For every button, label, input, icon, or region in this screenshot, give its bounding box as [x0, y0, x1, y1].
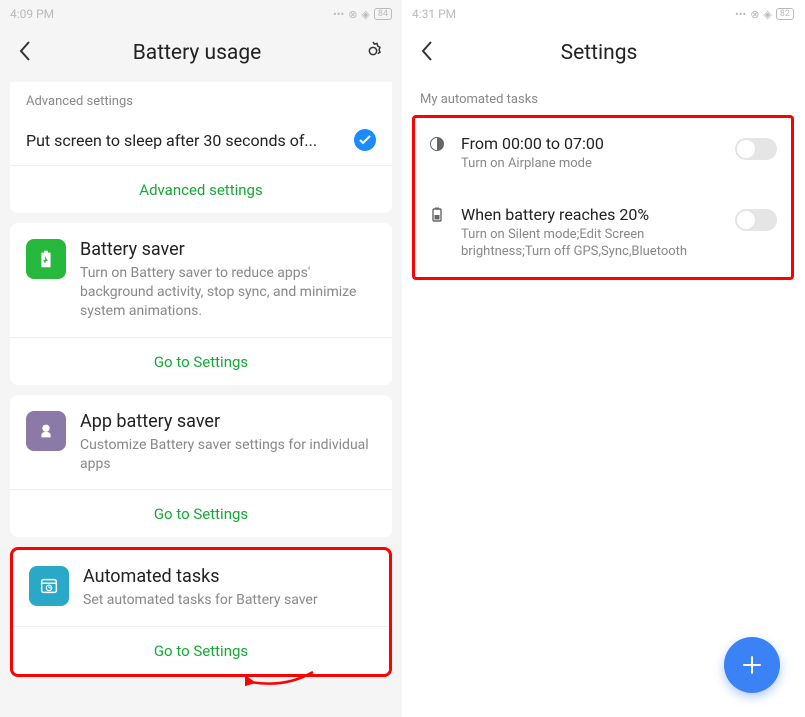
task-desc: Turn on Silent mode;Edit Screen brightne… [461, 226, 723, 261]
battery-saver-desc: Turn on Battery saver to reduce apps' ba… [80, 264, 376, 321]
app-battery-saver-title: App battery saver [80, 411, 376, 432]
page-title: Settings [561, 41, 638, 65]
status-time: 4:31 PM [412, 7, 456, 21]
battery-saver-link[interactable]: Go to Settings [10, 337, 392, 385]
battery-level: 82 [776, 8, 794, 20]
automated-tasks-desc: Set automated tasks for Battery saver [83, 591, 373, 610]
task-title: From 00:00 to 07:00 [461, 134, 723, 153]
battery-usage-screen: 4:09 PM ••• ⊗ ◈ 84 Battery usage Advance… [0, 0, 402, 717]
advanced-settings-link[interactable]: Advanced settings [10, 165, 392, 213]
task-list: From 00:00 to 07:00 Turn on Airplane mod… [412, 115, 794, 280]
navbar: Battery usage [0, 28, 402, 78]
gear-icon[interactable] [362, 40, 384, 66]
automated-tasks-link[interactable]: Go to Settings [13, 626, 389, 674]
status-icons: ••• ⊗ ◈ 82 [735, 8, 794, 21]
battery-saver-icon [26, 239, 66, 279]
status-bar: 4:09 PM ••• ⊗ ◈ 84 [0, 0, 402, 28]
automated-tasks-icon [29, 566, 69, 606]
status-bar: 4:31 PM ••• ⊗ ◈ 82 [402, 0, 804, 28]
battery-saver-title: Battery saver [80, 239, 376, 260]
add-task-fab[interactable] [724, 637, 780, 693]
advanced-section-label: Advanced settings [10, 82, 392, 115]
app-battery-saver-card: App battery saver Customize Battery save… [10, 395, 392, 538]
moon-icon [429, 136, 449, 156]
check-icon [354, 129, 376, 151]
status-icons: ••• ⊗ ◈ 84 [333, 8, 392, 21]
app-battery-saver-icon [26, 411, 66, 451]
automated-tasks-card: Automated tasks Set automated tasks for … [10, 547, 392, 677]
my-tasks-label: My automated tasks [402, 78, 804, 115]
task-desc: Turn on Airplane mode [461, 155, 723, 173]
navbar: Settings [402, 28, 804, 78]
automated-tasks-title: Automated tasks [83, 566, 373, 587]
back-icon[interactable] [420, 40, 434, 66]
page-title: Battery usage [133, 41, 262, 65]
battery-icon [429, 207, 449, 227]
battery-level: 84 [374, 8, 392, 20]
app-battery-saver-desc: Customize Battery saver settings for ind… [80, 436, 376, 474]
back-icon[interactable] [18, 40, 32, 66]
plus-icon [741, 654, 763, 676]
task-row[interactable]: From 00:00 to 07:00 Turn on Airplane mod… [415, 118, 791, 189]
task-title: When battery reaches 20% [461, 205, 723, 224]
app-battery-saver-link[interactable]: Go to Settings [10, 489, 392, 537]
advanced-settings-card: Advanced settings Put screen to sleep af… [10, 82, 392, 213]
sleep-setting-row[interactable]: Put screen to sleep after 30 seconds of.… [10, 115, 392, 165]
status-time: 4:09 PM [10, 7, 54, 21]
task-row[interactable]: When battery reaches 20% Turn on Silent … [415, 189, 791, 277]
task-toggle[interactable] [735, 138, 777, 160]
automated-tasks-settings-screen: 4:31 PM ••• ⊗ ◈ 82 Settings My automated… [402, 0, 804, 717]
task-toggle[interactable] [735, 209, 777, 231]
sleep-setting-text: Put screen to sleep after 30 seconds of.… [26, 131, 346, 150]
battery-saver-card: Battery saver Turn on Battery saver to r… [10, 223, 392, 385]
